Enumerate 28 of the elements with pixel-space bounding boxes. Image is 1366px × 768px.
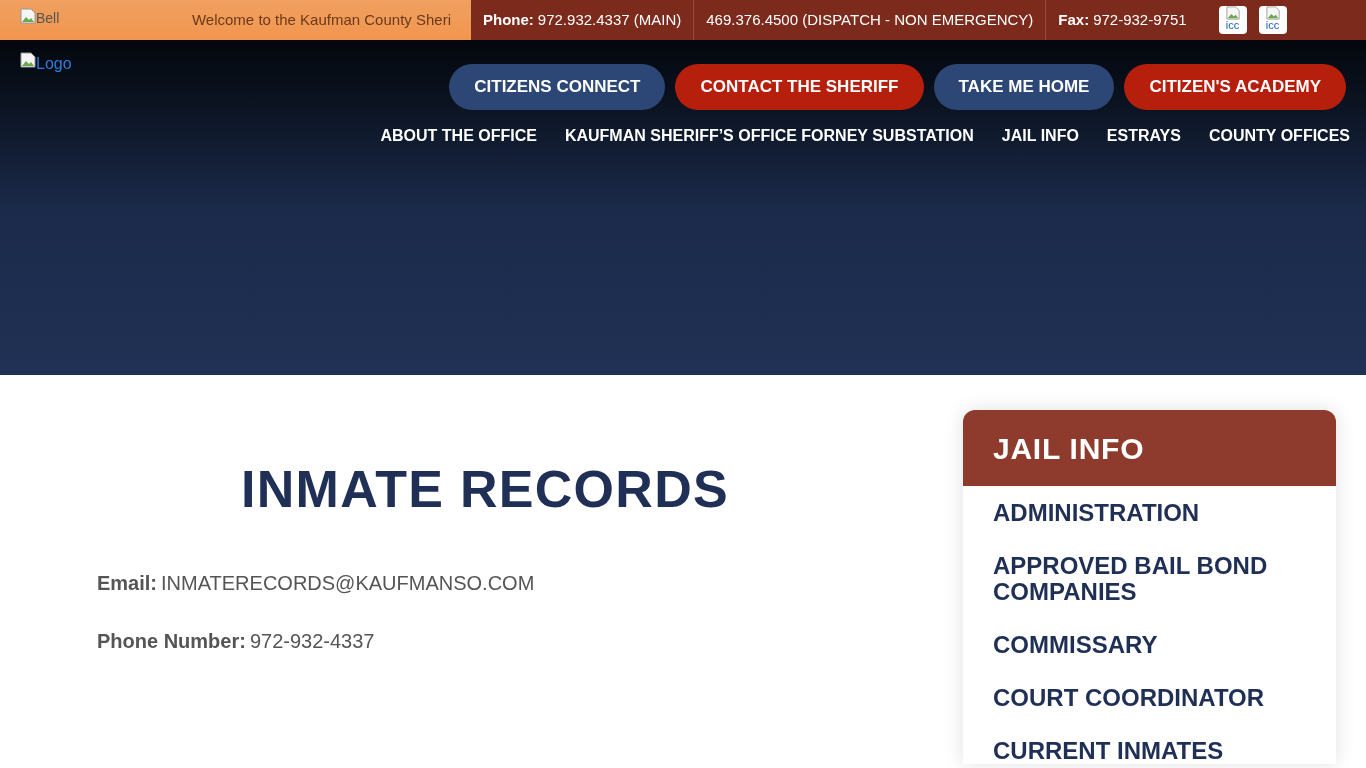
- sidebar-link[interactable]: CURRENT INMATES: [993, 738, 1306, 764]
- header-button[interactable]: CITIZEN'S ACADEMY: [1124, 64, 1346, 110]
- social-link[interactable]: icc: [1258, 6, 1287, 34]
- broken-image-icon: [20, 52, 36, 68]
- nav-link[interactable]: JAIL INFO: [1001, 124, 1079, 148]
- broken-image-icon: [1225, 6, 1240, 20]
- nav-link[interactable]: KAUFMAN SHERIFF’S OFFICE FORNEY SUBSTATION: [564, 124, 974, 148]
- nav-link[interactable]: ESTRAYS: [1106, 124, 1181, 148]
- nav-link[interactable]: ABOUT THE OFFICE: [380, 124, 537, 148]
- sidebar-link[interactable]: COURT COORDINATOR: [993, 685, 1306, 711]
- contact-detail: Phone Number: 972-932-4337: [97, 629, 376, 654]
- header-button[interactable]: CITIZENS CONNECT: [449, 64, 666, 110]
- page-title: INMATE RECORDS: [239, 459, 731, 520]
- broken-image-icon: [20, 8, 36, 24]
- social-link[interactable]: icc: [1218, 6, 1247, 34]
- sidebar-link[interactable]: ADMINISTRATION: [993, 500, 1306, 526]
- bell-image: Bell: [20, 8, 60, 29]
- nav-link[interactable]: COUNTY OFFICES: [1208, 124, 1350, 148]
- sidebar-link[interactable]: APPROVED BAIL BOND COMPANIES: [993, 553, 1306, 605]
- logo-image: Logo: [20, 52, 72, 72]
- header-button[interactable]: CONTACT THE SHERIFF: [675, 64, 924, 110]
- broken-image-icon: [1265, 6, 1280, 20]
- contact-detail: Email: INMATERECORDS@KAUFMANSO.COM: [97, 571, 536, 596]
- welcome-text: Welcome to the Kaufman County Sheri: [191, 9, 451, 30]
- sidebar-header: JAIL INFO: [963, 410, 1336, 486]
- contact-text: Phone: 972.932.4337 (MAIN): [482, 9, 683, 30]
- header-button[interactable]: TAKE ME HOME: [933, 64, 1115, 110]
- sidebar-link[interactable]: COMMISSARY: [993, 632, 1306, 658]
